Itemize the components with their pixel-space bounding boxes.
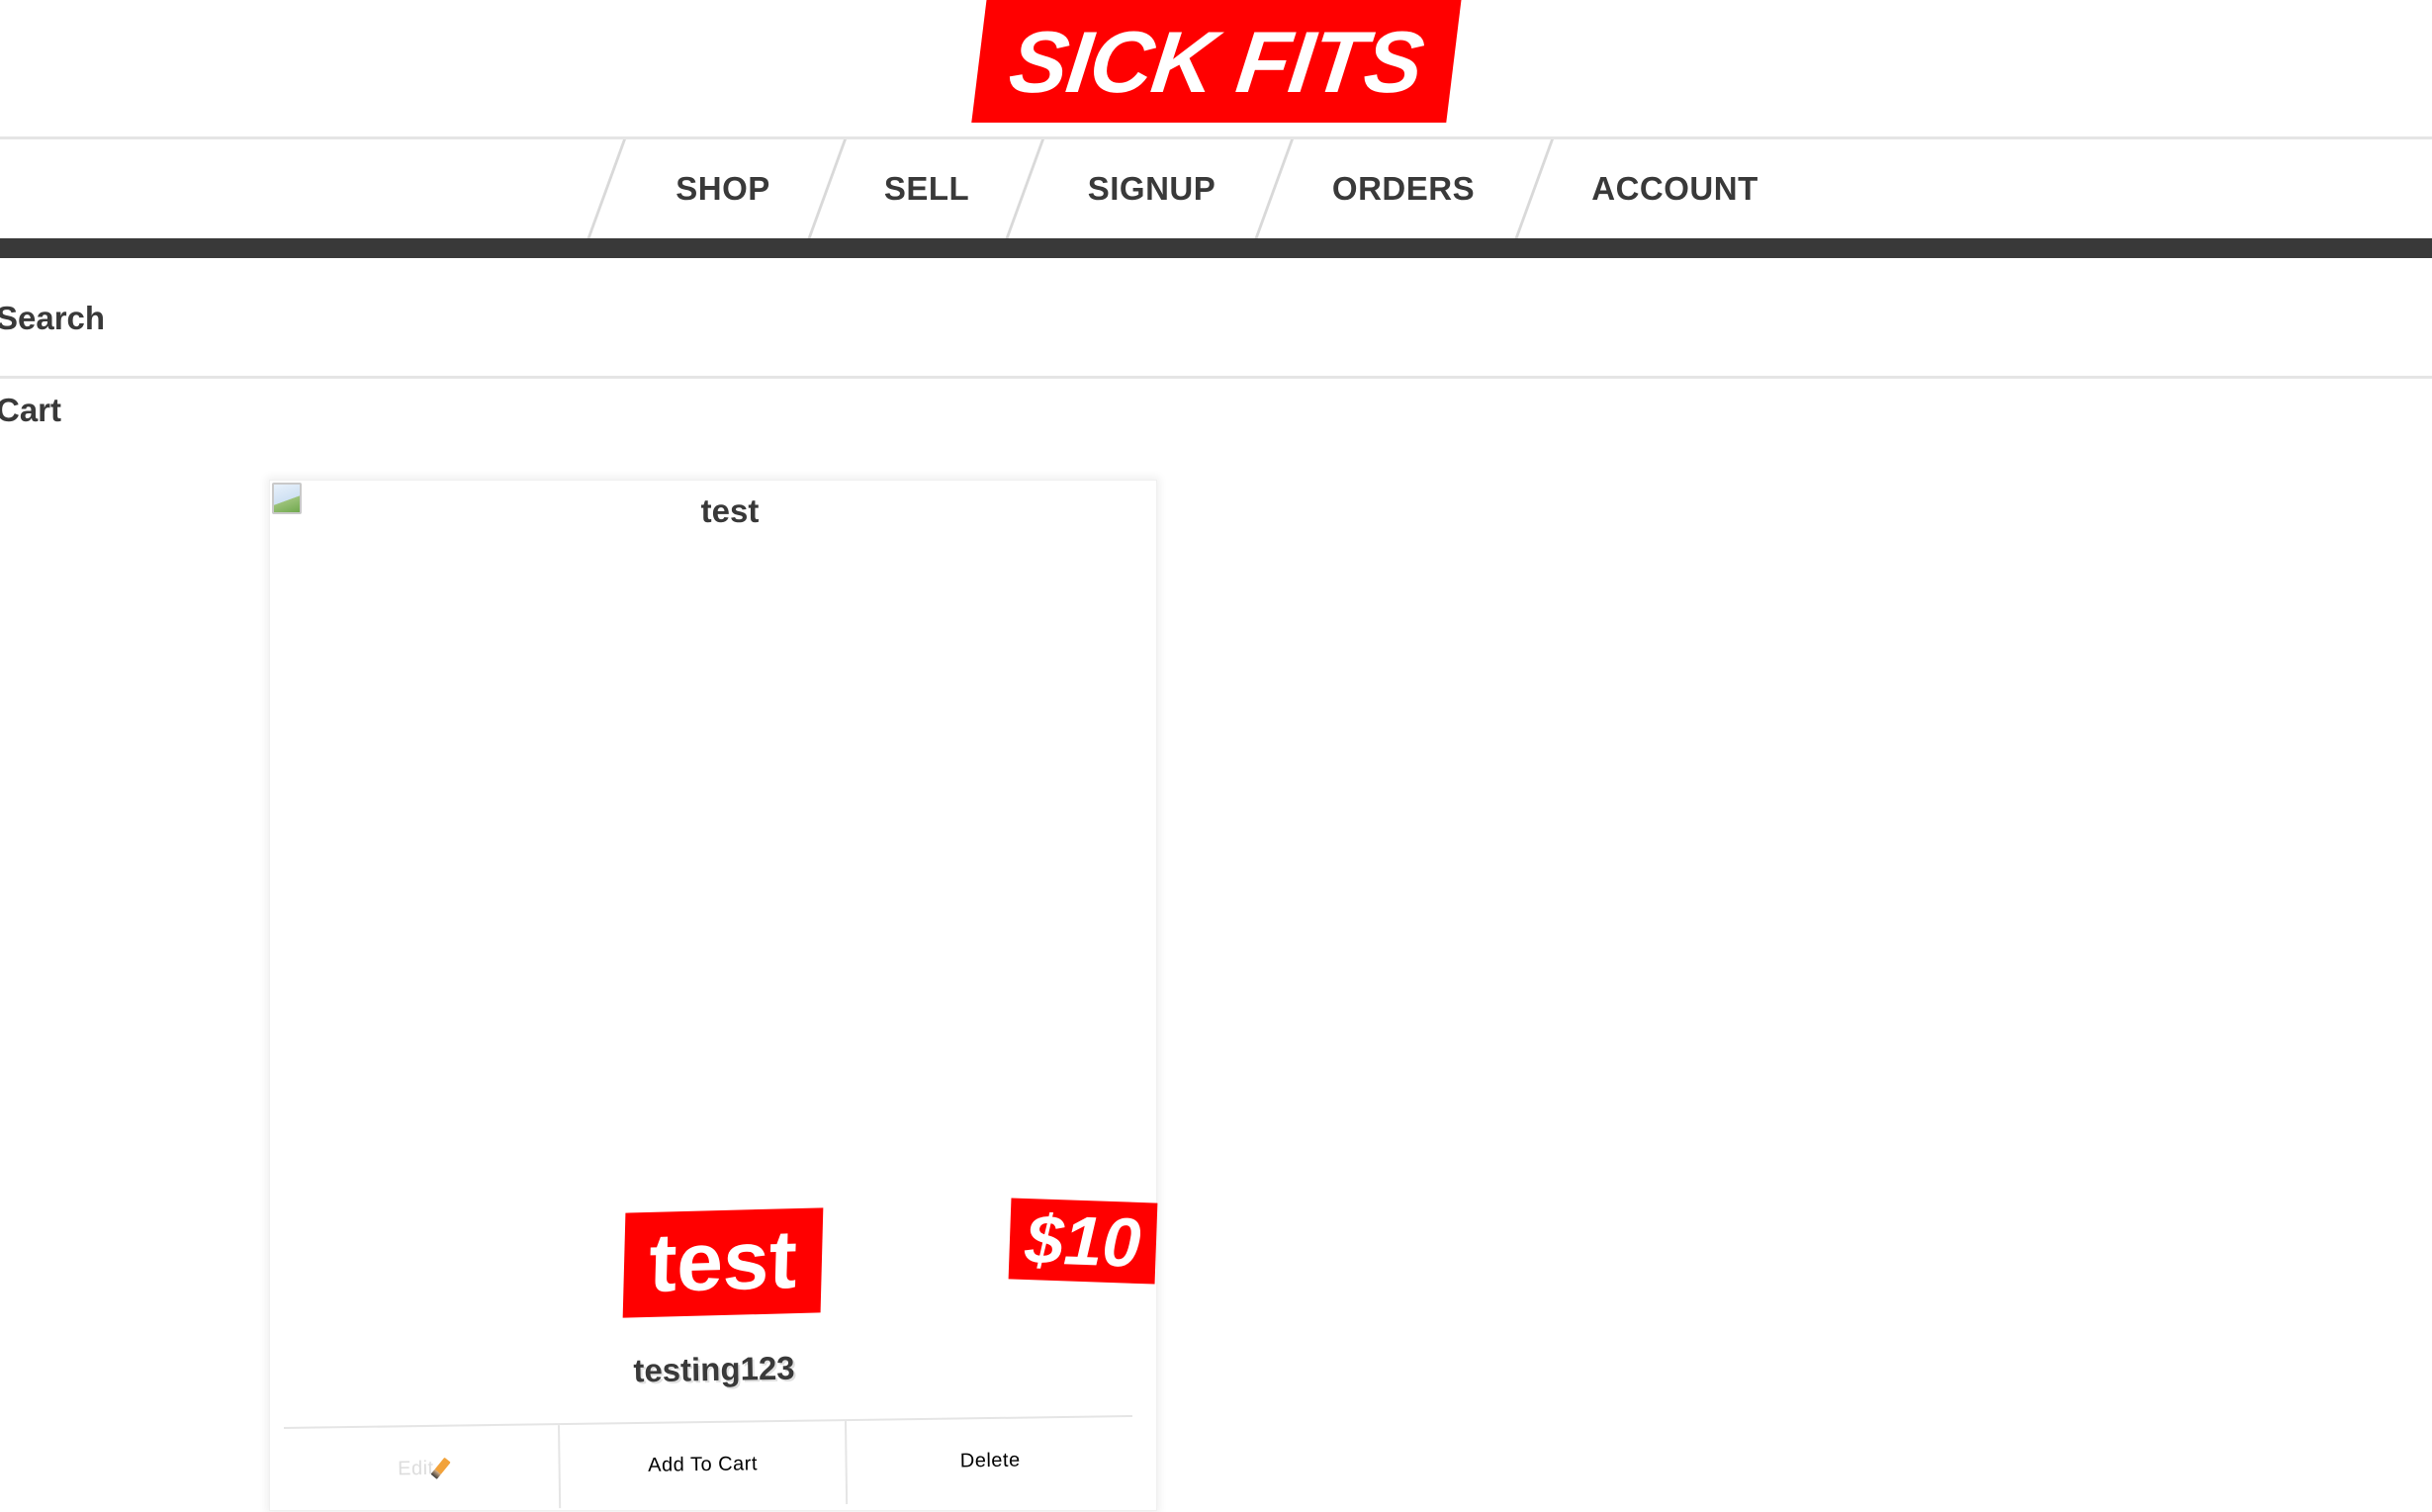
price-tag: $10 — [1008, 1198, 1158, 1285]
item-card: test test $10 testing123 Edit Add To Car… — [269, 480, 1158, 1512]
delete-button[interactable]: Delete — [847, 1417, 1133, 1504]
main-nav: SHOP SELL SIGNUP ORDERS ACCOUNT — [0, 139, 2432, 244]
logo[interactable]: SICK FITS — [971, 0, 1462, 123]
item-description: testing123 — [633, 1349, 795, 1389]
edit-button-label: Edit — [398, 1457, 434, 1479]
item-button-list: Edit Add To Cart Delete — [284, 1415, 1134, 1512]
nav-item-orders[interactable]: ORDERS — [1273, 139, 1534, 238]
nav-item-shop[interactable]: SHOP — [623, 139, 823, 238]
item-image: test — [270, 481, 1158, 1173]
nav-underline-bar — [0, 238, 2432, 258]
cart-toggle[interactable]: Cart — [0, 392, 61, 429]
item-price: $10 — [1024, 1200, 1142, 1283]
logo-text: SICK FITS — [1004, 13, 1429, 111]
site-header: SICK FITS — [0, 0, 2432, 139]
edit-button[interactable]: Edit — [284, 1425, 561, 1512]
nav-divider — [585, 139, 626, 244]
item-title-link[interactable]: test — [622, 1207, 824, 1318]
add-to-cart-button[interactable]: Add To Cart — [559, 1421, 849, 1509]
item-title: test — [648, 1211, 798, 1310]
nav-item-sell[interactable]: SELL — [823, 139, 1031, 238]
search-bar: Search — [0, 258, 2432, 379]
search-label[interactable]: Search — [0, 300, 105, 337]
nav-item-account[interactable]: ACCOUNT — [1534, 139, 1816, 238]
item-image-alt: test — [700, 492, 760, 529]
nav-item-signup[interactable]: SIGNUP — [1031, 139, 1273, 238]
